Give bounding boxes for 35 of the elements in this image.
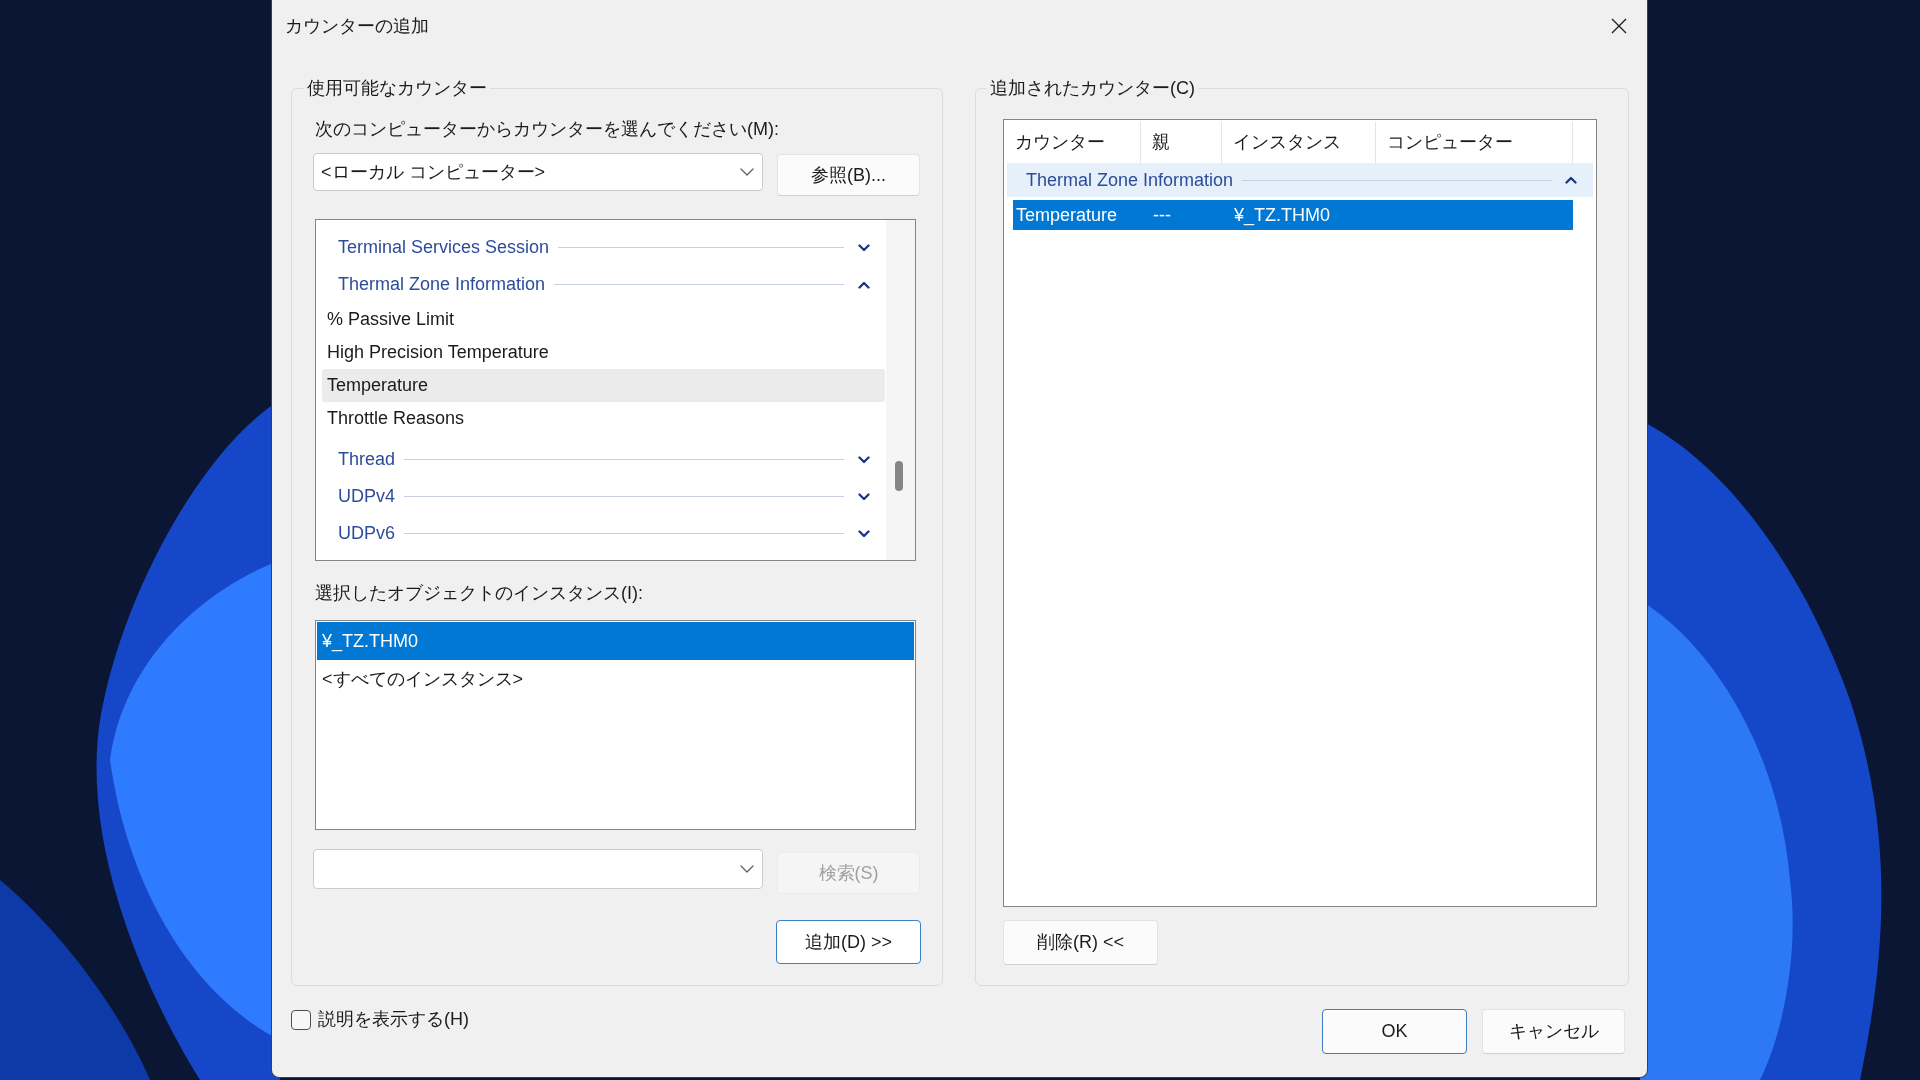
search-dropdown[interactable] bbox=[313, 849, 763, 889]
group-header[interactable]: Thermal Zone Information bbox=[1007, 163, 1593, 197]
scrollbar-thumb[interactable] bbox=[895, 461, 903, 491]
browse-button[interactable]: 参照(B)... bbox=[777, 154, 920, 196]
add-button[interactable]: 追加(D) >> bbox=[776, 920, 921, 964]
close-icon bbox=[1611, 18, 1627, 34]
table-cell-text: ¥_TZ.THM0 bbox=[1233, 203, 1331, 228]
chevron-down-icon bbox=[740, 865, 754, 873]
counter-item[interactable]: High Precision Temperature bbox=[322, 336, 885, 369]
description-checkbox[interactable] bbox=[291, 1009, 311, 1030]
computer-dropdown[interactable]: <ローカル コンピューター> bbox=[313, 153, 763, 191]
counter-item[interactable]: Throttle Reasons bbox=[322, 402, 885, 435]
window-title: カウンターの追加 bbox=[285, 14, 429, 38]
counter-item[interactable]: Temperature bbox=[322, 369, 885, 402]
computer-label: 次のコンピューターからカウンターを選んでください(M): bbox=[315, 118, 780, 140]
counter-category[interactable]: Terminal Services Session bbox=[322, 229, 885, 266]
counter-category[interactable]: Thermal Zone Information bbox=[322, 266, 885, 303]
table-cell-text: Temperature bbox=[1015, 203, 1119, 227]
cancel-button[interactable]: キャンセル bbox=[1482, 1009, 1625, 1054]
scrollbar-track[interactable] bbox=[886, 220, 915, 560]
remove-button[interactable]: 削除(R) << bbox=[1003, 920, 1158, 965]
counter-category[interactable]: UDPv6 bbox=[322, 515, 885, 552]
panel-title: 追加されたカウンター(C) bbox=[987, 76, 1198, 100]
instances-label: 選択したオブジェクトのインスタンス(I): bbox=[315, 582, 644, 604]
counter-item[interactable]: % Passive Limit bbox=[322, 303, 885, 336]
instance-item[interactable]: ¥_TZ.THM0 bbox=[317, 622, 914, 660]
instance-item[interactable]: <すべてのインスタンス> bbox=[317, 660, 914, 698]
checkbox-label[interactable]: 説明を表示する(H) bbox=[318, 1006, 469, 1033]
table-row[interactable]: Temperature --- ¥_TZ.THM0 bbox=[1013, 200, 1573, 230]
counter-category[interactable]: UDPv4 bbox=[322, 478, 885, 515]
table-cell-text: --- bbox=[1152, 203, 1172, 227]
panel-title: 使用可能なカウンター bbox=[304, 76, 490, 100]
ok-button[interactable]: OK bbox=[1322, 1009, 1467, 1054]
chevron-down-icon bbox=[740, 168, 754, 176]
counter-category[interactable]: Thread bbox=[322, 441, 885, 478]
